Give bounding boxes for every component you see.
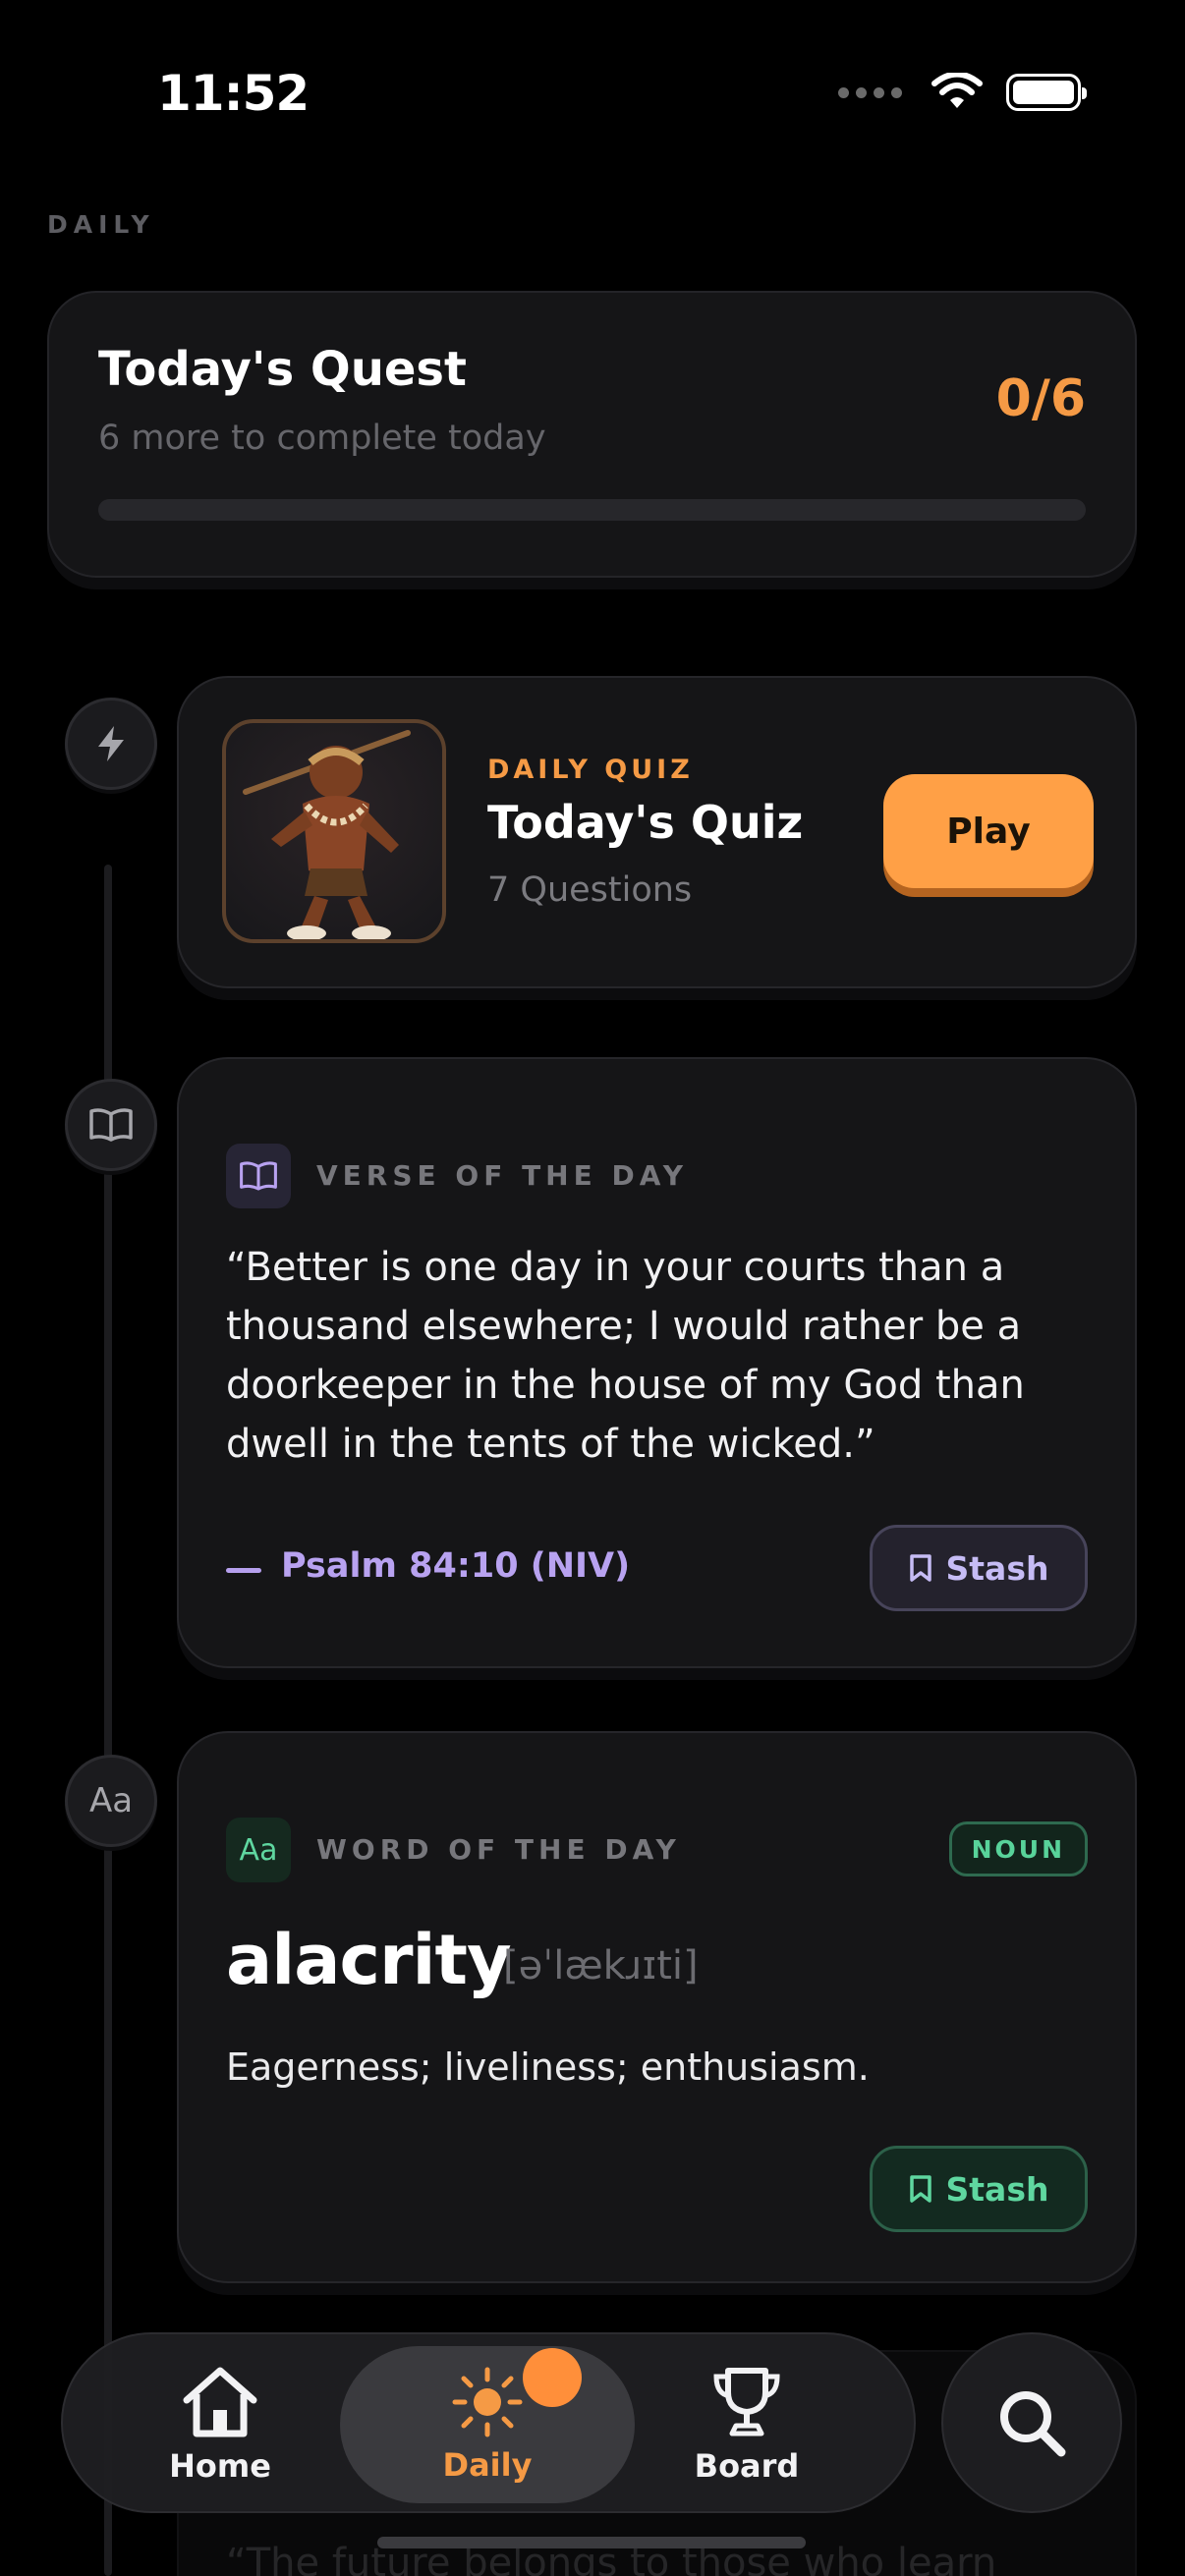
part-of-speech-badge: NOUN (948, 1821, 1088, 1876)
timeline-quiz-node (65, 698, 157, 790)
tab-daily[interactable]: Daily (340, 2334, 635, 2515)
play-button[interactable]: Play (883, 774, 1094, 888)
word-stash-label: Stash (945, 2169, 1049, 2209)
home-indicator (377, 2537, 806, 2548)
verse-tag: VERSE OF THE DAY (316, 1159, 688, 1192)
quest-card: Today's Quest 6 more to complete today 0… (47, 291, 1137, 578)
timeline-verse-node (65, 1079, 157, 1171)
house-icon (183, 2367, 257, 2437)
verse-text: “Better is one day in your courts than a… (226, 1245, 1025, 1467)
word-of-the-day-card: Aa WORD OF THE DAY NOUN alacrity [əˈlækɹ… (177, 1731, 1137, 2283)
quiz-character-image (222, 719, 446, 943)
quest-title: Today's Quest (98, 342, 467, 397)
word-definition: Eagerness; liveliness; enthusiasm. (226, 2045, 870, 2089)
quest-count: 0/6 (995, 369, 1086, 428)
book-icon (89, 1108, 133, 1142)
bookmark-icon (909, 2175, 931, 2203)
timeline-word-node: Aa (65, 1755, 157, 1847)
tab-bar: Home Daily Board (61, 2332, 916, 2513)
tab-home-label: Home (169, 2447, 271, 2485)
quiz-title: Today's Quiz (487, 796, 804, 849)
tab-board[interactable]: Board (649, 2334, 845, 2515)
search-icon (1000, 2391, 1066, 2457)
verse-reference: Psalm 84:10 (NIV) (281, 1546, 631, 1586)
verse-ref-dash (226, 1568, 261, 1573)
tab-board-label: Board (694, 2447, 800, 2485)
notification-dot (523, 2348, 582, 2407)
word-node-icon: Aa (88, 1781, 134, 1820)
wifi-icon (931, 73, 983, 108)
word-aa-icon: Aa (226, 1818, 291, 1882)
word-tag: WORD OF THE DAY (316, 1833, 681, 1866)
tab-daily-label: Daily (442, 2446, 533, 2484)
verse-stash-label: Stash (945, 1548, 1049, 1588)
quiz-tag: DAILY QUIZ (487, 755, 694, 785)
word-stash-button[interactable]: Stash (870, 2146, 1088, 2232)
tab-home[interactable]: Home (122, 2334, 318, 2515)
trophy-icon (713, 2368, 780, 2436)
search-button[interactable] (941, 2332, 1122, 2513)
status-icons (838, 73, 1087, 112)
battery-icon (1006, 74, 1087, 111)
quest-progress-bar (98, 499, 1086, 521)
signal-dots-icon (838, 86, 902, 98)
verse-book-icon (226, 1144, 291, 1208)
daily-quiz-card[interactable]: DAILY QUIZ Today's Quiz 7 Questions Play (177, 676, 1137, 988)
status-time: 11:52 (157, 65, 310, 122)
quest-subtitle: 6 more to complete today (98, 419, 546, 458)
section-label: DAILY (47, 210, 155, 239)
verse-stash-button[interactable]: Stash (870, 1525, 1088, 1611)
word-title: alacrity (226, 1920, 512, 2000)
sun-icon (452, 2367, 523, 2437)
quiz-subtitle: 7 Questions (487, 870, 693, 910)
word-phonetic: [əˈlækɹɪti] (503, 1943, 699, 1988)
lightning-icon (98, 726, 124, 761)
verse-of-the-day-card: VERSE OF THE DAY “Better is one day in y… (177, 1057, 1137, 1668)
bookmark-icon (909, 1554, 931, 1582)
